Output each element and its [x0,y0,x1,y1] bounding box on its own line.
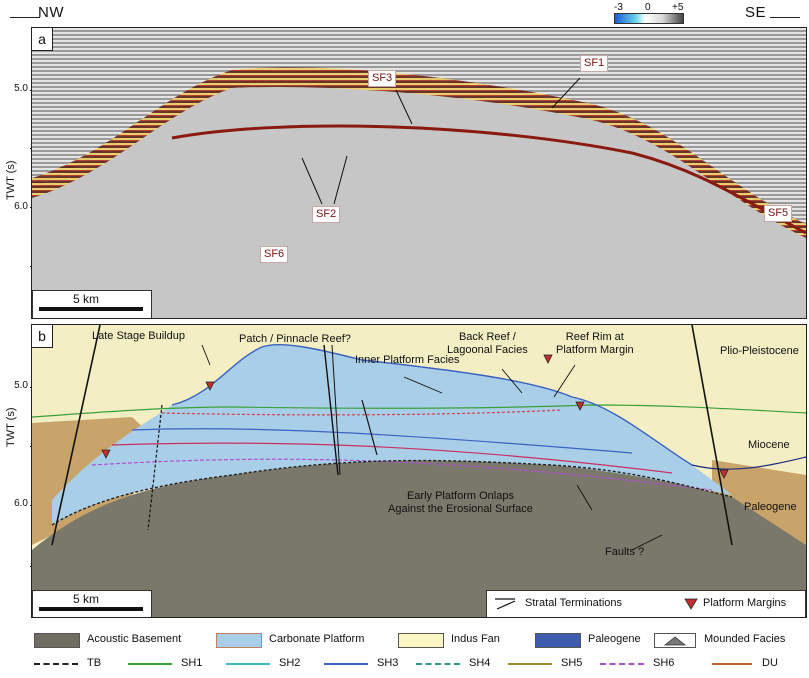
mound-icon [663,636,687,646]
axis-label-b: TWT (s) [5,407,17,447]
legend-swatch [654,633,696,648]
legend-line [508,663,552,665]
nw-label: NW [38,4,64,21]
scale-label-a: 5 km [73,292,100,306]
legend-label: DU [762,657,778,669]
colorbar-max: +5 [672,2,684,13]
panel-a-tag: a [32,28,53,51]
legend-line [324,663,368,665]
legend-line [34,663,78,665]
legend-label: Mounded Facies [704,633,786,645]
legend-label: SH3 [377,657,399,669]
axis-label-a: TWT (s) [5,160,17,200]
tick-a-6: 6.0 [14,201,28,212]
annotation-inner-platform: Inner Platform Facies [355,354,460,366]
annotation-patch-reef: Patch / Pinnacle Reef? [239,333,351,345]
tick-b-5: 5.0 [14,380,28,391]
scale-bar-b [39,607,143,611]
seismic-panel-a: a SF1 SF2 SF3 SF5 SF6 5 km [31,27,807,319]
key-stratal-terminations: Stratal Terminations [525,597,623,609]
legend-fills: Acoustic Basement Carbonate Platform Ind… [0,631,809,651]
legend-lines: TB SH1 SH2 SH3 SH4 SH5 SH6 DU [0,655,809,675]
legend-label: SH5 [561,657,583,669]
legend-label: Acoustic Basement [87,633,182,645]
interpretation-drawing [32,325,806,617]
scale-box-a: 5 km [32,290,152,318]
scale-bar-a [39,307,143,311]
label-sf5: SF5 [764,205,793,222]
tick-a-5: 5.0 [14,83,28,94]
legend-label: SH1 [181,657,203,669]
legend-line [416,663,460,665]
scale-box-b: 5 km [32,590,152,617]
scale-label-b: 5 km [73,592,100,606]
label-sf1: SF1 [580,55,609,72]
legend-label: Paleogene [588,633,641,645]
annotation-early-onlap: Early Platform Onlaps Against the Erosio… [388,490,533,515]
zone-paleogene: Paleogene [744,501,797,513]
interpretation-panel-b: b Late Stage Buildup Patch / Pinnacle Re… [31,324,807,618]
label-sf2: SF2 [312,206,341,223]
label-sf6: SF6 [260,246,289,263]
tick-b-6: 6.0 [14,498,28,509]
key-platform-margins: Platform Margins [703,597,787,609]
label-sf3: SF3 [368,70,397,87]
stratal-terminations-icon [495,598,516,610]
legend-label: Carbonate Platform [269,633,365,645]
annotation-back-reef: Back Reef / Lagoonal Facies [447,331,528,356]
colorbar-mid: 0 [645,2,651,13]
colorbar-min: -3 [614,2,623,13]
legend-line [600,663,644,665]
seismic-image [32,28,806,318]
nw-line [10,17,40,18]
legend-swatch [34,633,80,648]
se-label: SE [745,4,767,21]
legend-swatch [216,633,262,648]
se-line [770,17,800,18]
colorbar [614,13,684,24]
zone-plio-pleistocene: Plio-Pleistocene [720,345,799,357]
platform-margin-icon [684,598,698,610]
legend-label: SH6 [653,657,675,669]
legend-label: SH4 [469,657,491,669]
annotation-faults: Faults ? [605,546,645,558]
legend-line [226,663,270,665]
legend-label: SH2 [279,657,301,669]
legend-line [712,663,752,665]
legend-swatch [535,633,581,648]
annotation-late-stage: Late Stage Buildup [92,330,185,342]
legend-line [128,663,172,665]
zone-miocene: Miocene [748,439,790,451]
legend-swatch [398,633,444,648]
panel-b-key: Stratal Terminations Platform Margins [486,590,806,617]
legend-label: Indus Fan [451,633,500,645]
panel-b-tag: b [32,325,53,348]
annotation-reef-rim: Reef Rim at Platform Margin [556,331,634,356]
legend-label: TB [87,657,102,669]
